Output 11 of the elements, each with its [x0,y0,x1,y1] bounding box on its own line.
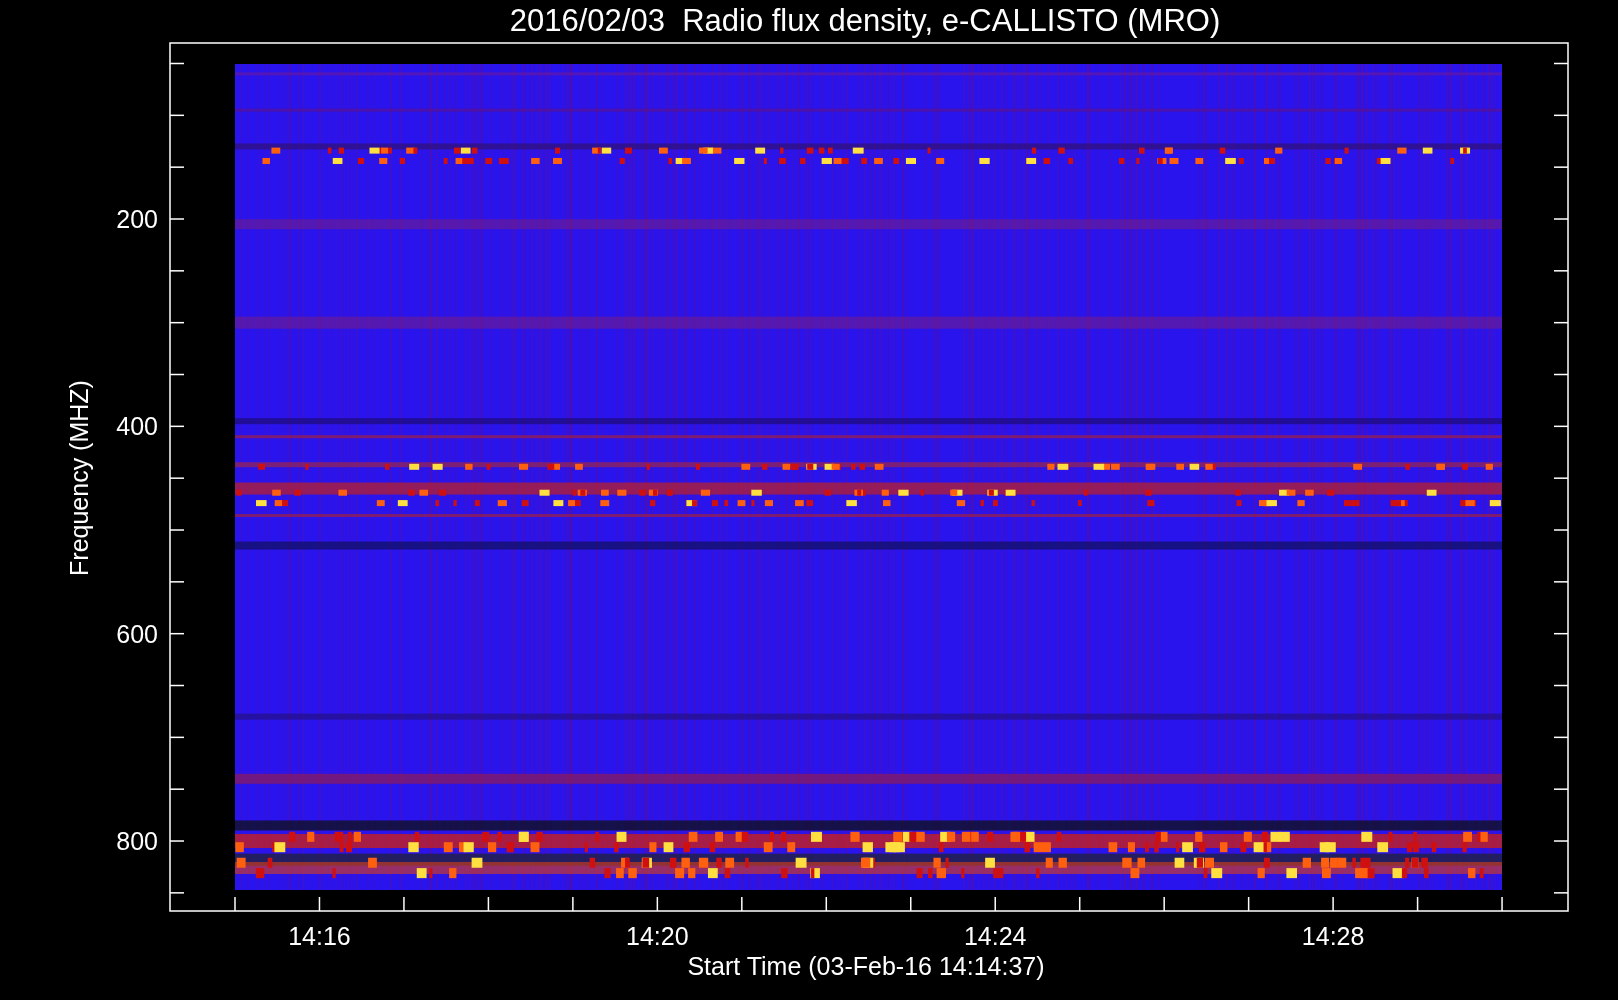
y-tick-label: 200 [116,205,158,233]
x-tick-label: 14:24 [963,922,1027,950]
x-tick-label: 14:28 [1301,922,1365,950]
y-axis-label: Frequency (MHZ) [65,380,93,576]
x-axis-label: Start Time (03-Feb-16 14:14:37) [687,952,1045,980]
y-tick-label: 400 [116,412,158,441]
chart-title: 2016/02/03 Radio flux density, e-CALLISTO (MRO) [509,3,1221,38]
y-tick-label: 800 [116,827,158,855]
x-tick-label: 14:20 [626,922,689,950]
x-tick-label: 14:16 [288,922,351,950]
y-tick-label: 600 [116,619,158,648]
